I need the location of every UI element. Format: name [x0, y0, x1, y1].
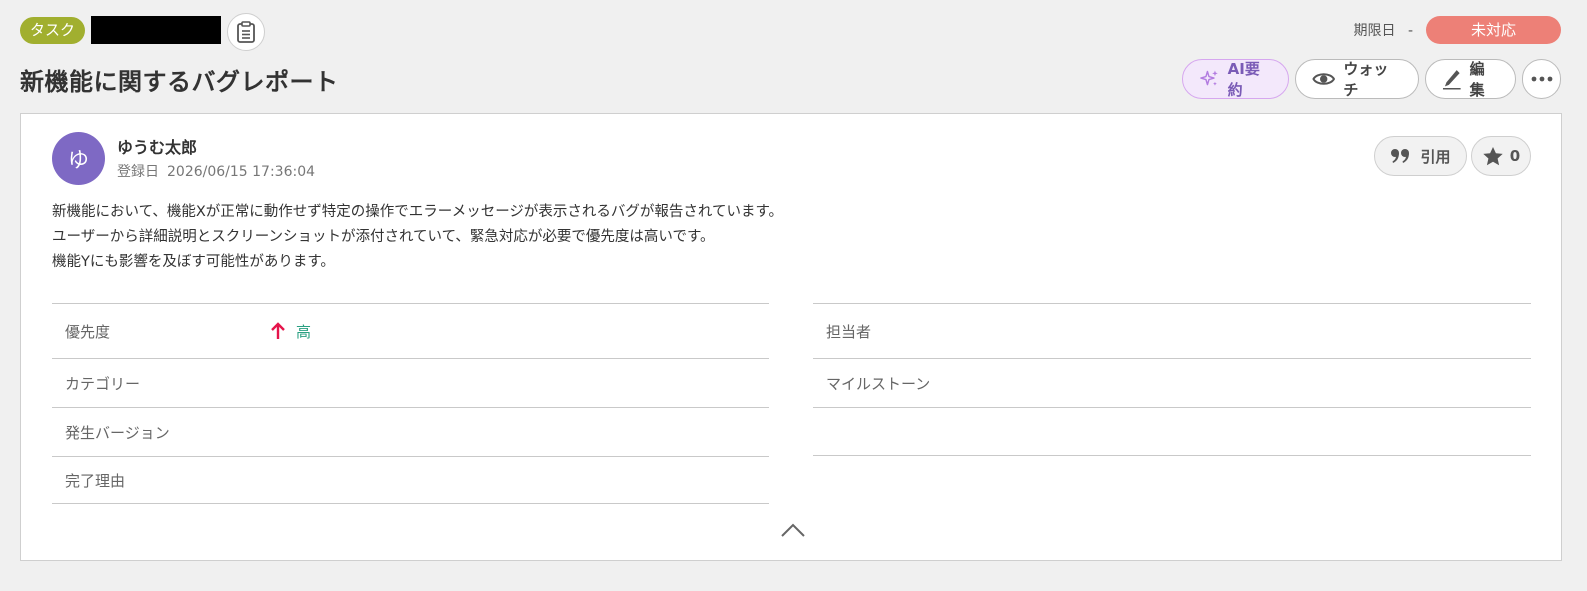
description-line: ユーザーから詳細説明とスクリーンショットが添付されていて、緊急対応が必要で優先度… [52, 229, 715, 245]
watch-label: ウォッチ [1343, 60, 1389, 99]
copy-issue-key-button[interactable] [227, 13, 266, 51]
more-dots-icon [1531, 76, 1552, 82]
eye-icon [1312, 73, 1336, 85]
due-date-label: 期限日 [1353, 23, 1396, 39]
issue-card: ゆ ゆうむ太郎 登録日 2026/06/15 17:36:04 引用 0 新機能に… [20, 113, 1562, 561]
priority-value: 高 [296, 322, 312, 341]
description-line: 機能Yにも影響を及ぼす可能性があります。 [52, 254, 335, 270]
chevron-up-icon [781, 523, 805, 537]
more-options-button[interactable] [1522, 59, 1561, 99]
registered-date-value: 2026/06/15 17:36:04 [167, 164, 316, 180]
edit-label: 編集 [1469, 60, 1485, 99]
property-label: マイルストーン [826, 374, 931, 393]
property-category: カテゴリー [52, 358, 769, 407]
star-button[interactable]: 0 [1471, 136, 1531, 176]
star-count: 0 [1509, 147, 1521, 165]
property-assignee: 担当者 [813, 303, 1531, 358]
clipboard-icon [237, 21, 255, 43]
property-label: 発生バージョン [65, 423, 170, 442]
issue-title: 新機能に関するバグレポート [20, 68, 339, 96]
properties-right: 担当者 マイルストーン [813, 303, 1531, 456]
issue-actions: AI要約 ウォッチ 編集 [1182, 59, 1561, 99]
registered-date-label: 登録日 [117, 164, 159, 180]
edit-button[interactable]: 編集 [1425, 59, 1516, 99]
property-label: 優先度 [65, 322, 111, 341]
property-milestone: マイルストーン [813, 358, 1531, 407]
due-date: 期限日 - [1353, 20, 1413, 40]
avatar[interactable]: ゆ [52, 132, 105, 185]
property-value[interactable]: 高 [270, 321, 311, 342]
collapse-properties-button[interactable] [780, 520, 806, 540]
property-label: 完了理由 [65, 471, 126, 490]
description-line: 新機能において、機能Xが正常に動作せず特定の操作でエラーメッセージが表示されるバ… [52, 204, 784, 220]
quote-label: 引用 [1420, 147, 1451, 166]
watch-button[interactable]: ウォッチ [1295, 59, 1419, 99]
property-resolution: 完了理由 [52, 456, 769, 504]
quote-icon [1391, 149, 1410, 163]
property-label: カテゴリー [65, 374, 141, 393]
arrow-up-icon [271, 322, 285, 339]
quote-button[interactable]: 引用 [1374, 136, 1467, 176]
issue-header: タスク 期限日 - 未対応 [20, 12, 1561, 52]
property-priority: 優先度 高 [52, 303, 769, 358]
star-icon [1483, 146, 1503, 165]
due-date-value: - [1407, 23, 1413, 39]
ai-summary-button[interactable]: AI要約 [1182, 59, 1289, 99]
property-empty [813, 407, 1531, 456]
issue-type-badge: タスク [20, 16, 86, 44]
pencil-icon [1442, 70, 1461, 90]
status-badge[interactable]: 未対応 [1426, 16, 1561, 44]
ai-summary-label: AI要約 [1227, 60, 1260, 99]
registered-date: 登録日 2026/06/15 17:36:04 [117, 161, 315, 181]
author-name: ゆうむ太郎 [117, 138, 198, 157]
issue-key-redacted [91, 16, 222, 44]
issue-description: 新機能において、機能Xが正常に動作せず特定の操作でエラーメッセージが表示されるバ… [52, 200, 783, 275]
property-label: 担当者 [826, 322, 872, 341]
sparkle-icon [1200, 70, 1218, 86]
property-version: 発生バージョン [52, 407, 769, 456]
properties-left: 優先度 高 カテゴリー 発生バージョン 完了理由 [52, 303, 769, 504]
